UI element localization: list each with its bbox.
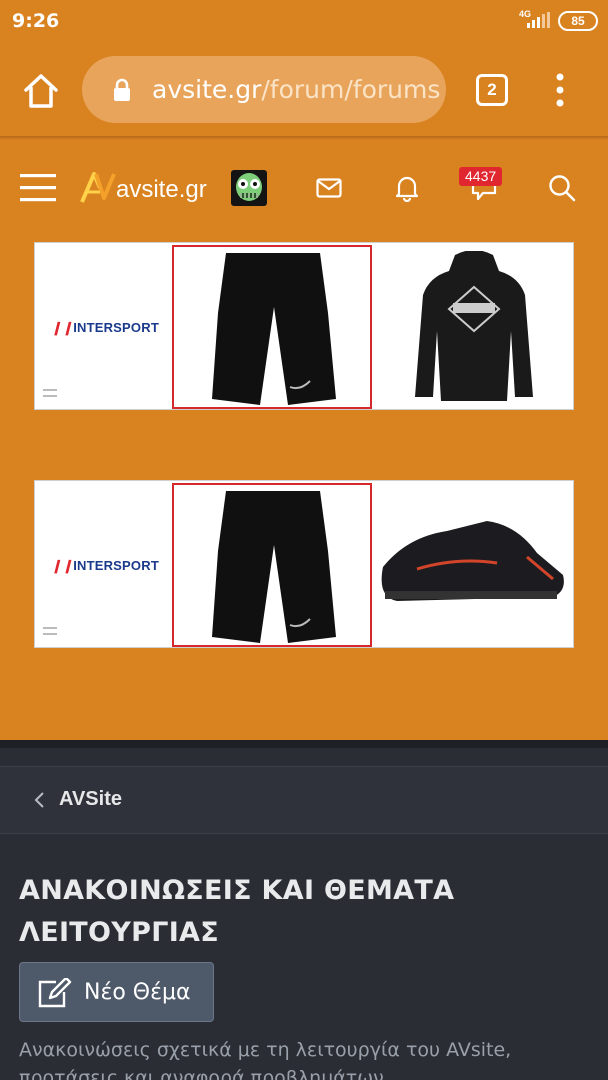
breadcrumb-link[interactable]: AVSite [59, 788, 122, 811]
browser-toolbar: avsite.gr/forum/forums 2 [0, 42, 608, 136]
new-thread-label: Νέο Θέμα [84, 980, 191, 1005]
status-time: 9:26 [12, 10, 60, 32]
ad-banner[interactable]: ❙❙INTERSPORT [34, 480, 574, 648]
new-thread-button[interactable]: Νέο Θέμα [19, 962, 214, 1022]
lock-icon [114, 78, 130, 101]
forum-description: Ανακοινώσεις σχετικά με τη λειτουργία το… [19, 1039, 512, 1080]
url-path: /forum/forums [261, 75, 441, 104]
shorts-image [212, 253, 336, 405]
brand-mark: ❙❙ [51, 320, 74, 335]
hoodie-image [415, 251, 533, 401]
ad-choices-icon[interactable] [43, 389, 57, 398]
home-icon[interactable] [22, 72, 60, 110]
bell-icon[interactable] [394, 174, 420, 202]
ad-banner[interactable]: ❙❙INTERSPORT [34, 242, 574, 410]
logo-text: avsite.gr [116, 176, 207, 203]
url-host: avsite.gr [152, 75, 262, 104]
status-bar: 9:26 4G 85 [0, 0, 608, 42]
more-options-icon[interactable] [552, 72, 568, 108]
conversations-count-badge: 4437 [459, 167, 503, 186]
logo-mark-icon [80, 172, 116, 203]
advertiser-logo: ❙❙INTERSPORT [51, 320, 159, 336]
address-url: avsite.gr/forum/forums [152, 75, 440, 104]
battery-icon: 85 [558, 11, 598, 31]
avatar-image [236, 173, 262, 201]
address-bar[interactable]: avsite.gr/forum/forums [82, 56, 446, 123]
section-divider [0, 740, 608, 748]
chevron-left-icon[interactable] [33, 791, 45, 809]
forum-content: AVSite ΑΝΑΚΟΙΝΩΣΕΙΣ ΚΑΙ ΘΕΜΑΤΑ ΛΕΙΤΟΥΡΓΙ… [0, 740, 608, 1080]
shorts-image [212, 491, 336, 643]
site-header: avsite.gr 4437 [0, 140, 608, 236]
menu-icon[interactable] [20, 172, 56, 204]
signal-icon [527, 12, 550, 28]
brand-name: INTERSPORT [73, 558, 159, 573]
advertiser-logo: ❙❙INTERSPORT [51, 558, 159, 574]
breadcrumb: AVSite [0, 766, 608, 834]
inbox-icon[interactable] [316, 178, 342, 198]
search-icon[interactable] [548, 174, 576, 202]
user-avatar[interactable] [231, 170, 267, 206]
product-frame[interactable] [172, 483, 372, 647]
product-frame[interactable] [172, 245, 372, 409]
ad-choices-icon[interactable] [43, 627, 57, 636]
edit-icon [38, 978, 72, 1008]
brand-name: INTERSPORT [73, 320, 159, 335]
shoe-image [381, 521, 564, 601]
tab-switcher-button[interactable]: 2 [476, 74, 508, 106]
brand-mark: ❙❙ [51, 558, 74, 573]
page-title: ΑΝΑΚΟΙΝΩΣΕΙΣ ΚΑΙ ΘΕΜΑΤΑ ΛΕΙΤΟΥΡΓΙΑΣ [19, 875, 455, 948]
